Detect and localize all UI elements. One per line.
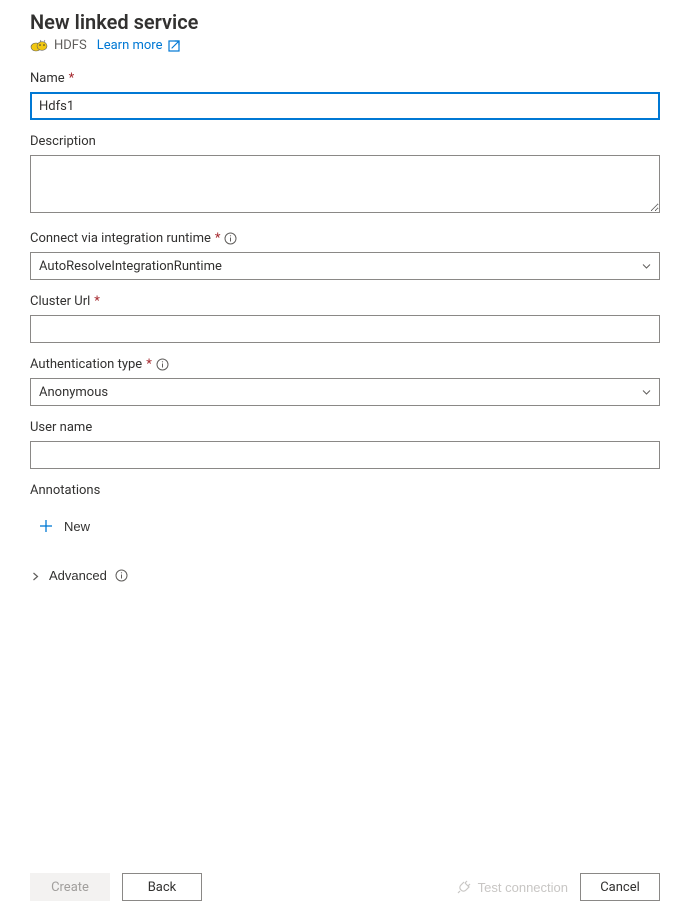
integration-runtime-label: Connect via integration runtime * bbox=[30, 231, 660, 246]
external-link-icon bbox=[167, 39, 181, 53]
description-label: Description bbox=[30, 134, 660, 149]
required-asterisk: * bbox=[146, 357, 152, 372]
info-icon[interactable] bbox=[224, 232, 237, 245]
info-icon bbox=[115, 569, 128, 582]
cancel-button[interactable]: Cancel bbox=[580, 873, 660, 901]
required-asterisk: * bbox=[94, 294, 100, 309]
back-button[interactable]: Back bbox=[122, 873, 202, 901]
required-asterisk: * bbox=[69, 71, 75, 86]
annotations-label: Annotations bbox=[30, 483, 660, 498]
plus-icon bbox=[38, 518, 54, 534]
description-field[interactable] bbox=[30, 155, 660, 213]
name-field[interactable] bbox=[30, 92, 660, 120]
integration-runtime-select[interactable]: AutoResolveIntegrationRuntime bbox=[30, 252, 660, 280]
hdfs-icon bbox=[30, 39, 48, 53]
footer-bar: Create Back Test connection Cancel bbox=[0, 860, 690, 914]
required-asterisk: * bbox=[215, 231, 221, 246]
service-type-label: HDFS bbox=[54, 38, 87, 53]
chevron-right-icon bbox=[30, 570, 41, 581]
test-connection-label: Test connection bbox=[478, 880, 568, 895]
new-button-label: New bbox=[64, 519, 90, 534]
auth-type-select[interactable]: Anonymous bbox=[30, 378, 660, 406]
user-name-field[interactable] bbox=[30, 441, 660, 469]
info-icon[interactable] bbox=[156, 358, 169, 371]
advanced-toggle[interactable]: Advanced bbox=[30, 568, 128, 583]
create-button[interactable]: Create bbox=[30, 873, 110, 901]
plug-icon bbox=[457, 880, 472, 895]
subtitle-row: HDFS Learn more bbox=[30, 38, 660, 53]
learn-more-link[interactable]: Learn more bbox=[97, 38, 181, 53]
name-label: Name * bbox=[30, 71, 660, 86]
user-name-label: User name bbox=[30, 420, 660, 435]
add-annotation-button[interactable]: New bbox=[38, 512, 90, 540]
page-title: New linked service bbox=[30, 10, 660, 34]
cluster-url-label: Cluster Url * bbox=[30, 294, 660, 309]
auth-type-label: Authentication type * bbox=[30, 357, 660, 372]
learn-more-text: Learn more bbox=[97, 38, 163, 53]
advanced-label: Advanced bbox=[49, 568, 107, 583]
cluster-url-field[interactable] bbox=[30, 315, 660, 343]
test-connection-button[interactable]: Test connection bbox=[457, 880, 568, 895]
